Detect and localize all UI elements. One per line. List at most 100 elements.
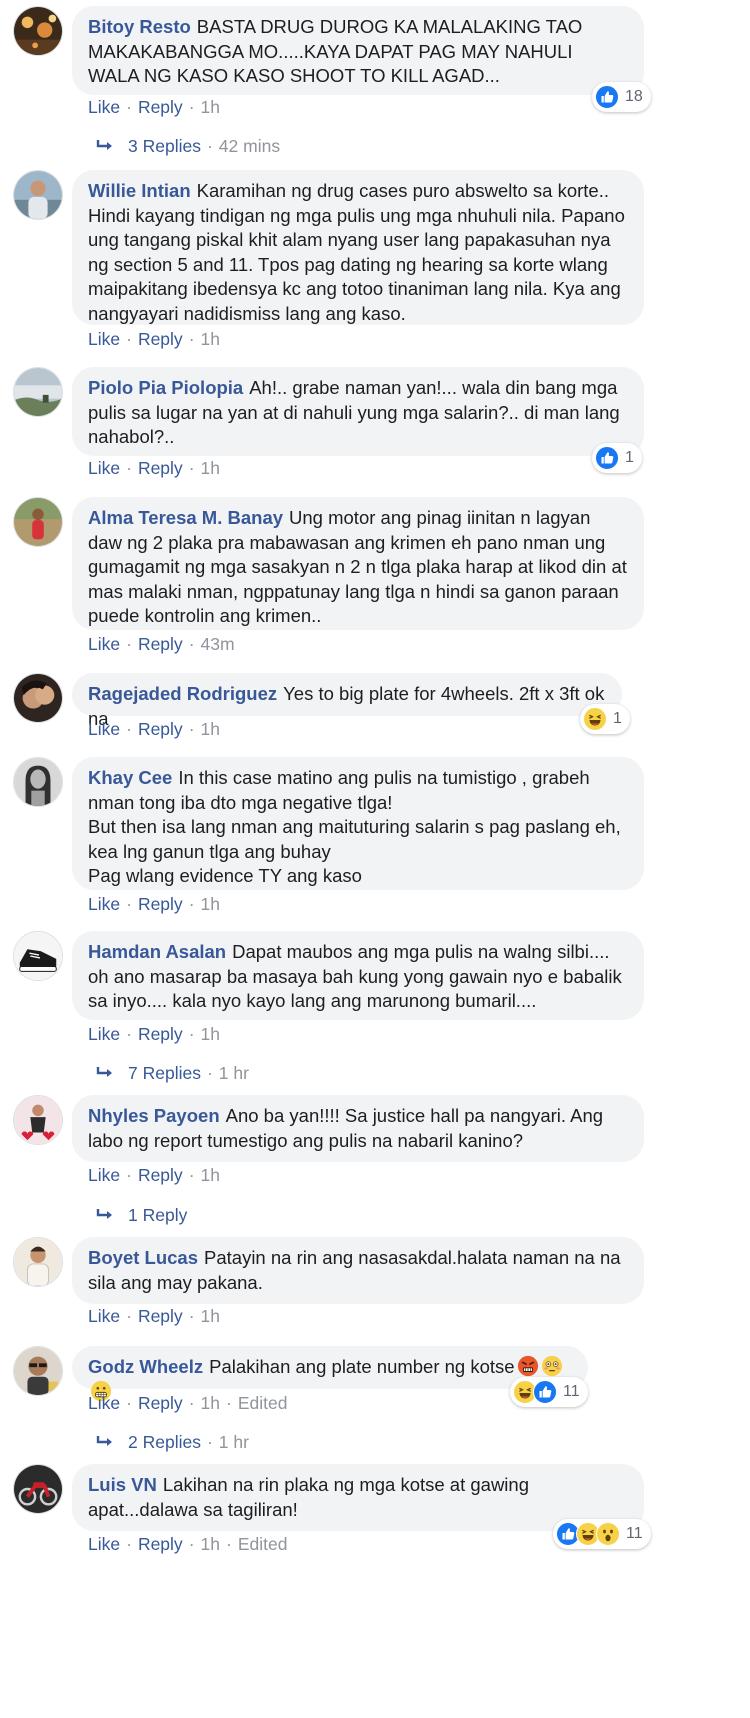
comment-actions: Like · Reply · 1h	[88, 719, 220, 740]
comment-timestamp[interactable]: 1h	[201, 1534, 220, 1554]
reply-arrow-icon	[96, 1433, 116, 1447]
comment-timestamp[interactable]: 1h	[201, 1393, 220, 1413]
like-link[interactable]: Like	[88, 1165, 120, 1185]
reactions-summary[interactable]: 11	[553, 1519, 651, 1549]
comment-timestamp[interactable]: 1h	[201, 458, 220, 478]
man-portrait-avatar-icon	[14, 171, 62, 219]
comment-author[interactable]: Willie Intian	[88, 180, 191, 201]
like-link[interactable]: Like	[88, 1306, 120, 1326]
replies-count[interactable]: 2 Replies	[128, 1432, 201, 1452]
reply-link[interactable]: Reply	[138, 1306, 183, 1326]
woman-outdoor-avatar-icon	[14, 498, 62, 546]
avatar[interactable]	[13, 1464, 63, 1514]
reply-arrow-icon	[96, 137, 116, 151]
comment-bubble: Piolo Pia Piolopia Ah!.. grabe naman yan!…	[72, 367, 644, 456]
separator-dot: ·	[225, 1393, 232, 1413]
reactions-summary[interactable]: 11	[510, 1377, 588, 1407]
reply-link[interactable]: Reply	[138, 1393, 183, 1413]
couple-avatar-icon	[14, 674, 62, 722]
separator-dot: ·	[126, 329, 132, 349]
comment-timestamp[interactable]: 1h	[201, 1024, 220, 1044]
view-replies-link[interactable]: 7 Replies · 1 hr	[96, 1063, 249, 1084]
comment-actions: Like · Reply · 43m	[88, 634, 235, 655]
edited-label[interactable]: Edited	[238, 1534, 288, 1554]
view-replies-link[interactable]: 3 Replies · 42 mins	[96, 136, 280, 157]
replies-count[interactable]: 1 Reply	[128, 1205, 187, 1225]
comment-actions: Like · Reply · 1h · Edited	[88, 1393, 287, 1414]
like-link[interactable]: Like	[88, 1534, 120, 1554]
reply-link[interactable]: Reply	[138, 894, 183, 914]
avatar[interactable]	[13, 6, 63, 56]
comment-author[interactable]: Boyet Lucas	[88, 1247, 198, 1268]
comment-timestamp[interactable]: 1h	[201, 1306, 220, 1326]
comment-author[interactable]: Khay Cee	[88, 767, 172, 788]
comment-author[interactable]: Hamdan Asalan	[88, 941, 226, 962]
reply-link[interactable]: Reply	[138, 719, 183, 739]
reactions-summary[interactable]: 1	[592, 443, 642, 473]
avatar[interactable]	[13, 1346, 63, 1396]
like-link[interactable]: Like	[88, 97, 120, 117]
man-light-avatar-icon	[14, 1238, 62, 1286]
replies-count[interactable]: 7 Replies	[128, 1063, 201, 1083]
comment-timestamp[interactable]: 1h	[201, 329, 220, 349]
separator-dot: ·	[188, 1306, 195, 1326]
view-replies-link[interactable]: 1 Reply	[96, 1205, 187, 1226]
wow-reaction-icon	[596, 1522, 620, 1546]
city-night-avatar-icon	[14, 7, 62, 55]
avatar[interactable]	[13, 367, 63, 417]
reactions-summary[interactable]: 1	[580, 704, 630, 734]
avatar[interactable]	[13, 170, 63, 220]
like-link[interactable]: Like	[88, 634, 120, 654]
woman-hearts-avatar-icon	[14, 1096, 62, 1144]
comment-text: Karamihan ng drug cases puro abswelto sa…	[88, 180, 625, 324]
edited-label[interactable]: Edited	[238, 1393, 288, 1413]
comment-author[interactable]: Piolo Pia Piolopia	[88, 377, 243, 398]
comment-author[interactable]: Alma Teresa M. Banay	[88, 507, 283, 528]
like-link[interactable]: Like	[88, 1024, 120, 1044]
like-link[interactable]: Like	[88, 894, 120, 914]
comment-timestamp[interactable]: 1h	[201, 1165, 220, 1185]
comment-actions: Like · Reply · 1h	[88, 329, 220, 350]
comment-timestamp[interactable]: 1h	[201, 894, 220, 914]
separator-dot: ·	[126, 1306, 132, 1326]
comment-author[interactable]: Nhyles Payoen	[88, 1105, 220, 1126]
woman-grayscale-avatar-icon	[14, 758, 62, 806]
comment-actions: Like · Reply · 1h	[88, 1306, 220, 1327]
comment-timestamp[interactable]: 1h	[201, 97, 220, 117]
avatar[interactable]	[13, 673, 63, 723]
separator-dot: ·	[126, 1024, 132, 1044]
reply-link[interactable]: Reply	[138, 1165, 183, 1185]
replies-count[interactable]: 3 Replies	[128, 136, 201, 156]
comment-timestamp[interactable]: 43m	[201, 634, 235, 654]
avatar[interactable]	[13, 497, 63, 547]
like-link[interactable]: Like	[88, 458, 120, 478]
comment-author[interactable]: Luis VN	[88, 1474, 157, 1495]
reactions-summary[interactable]: 18	[592, 82, 651, 112]
like-link[interactable]: Like	[88, 329, 120, 349]
reaction-count: 11	[626, 1525, 643, 1542]
reply-link[interactable]: Reply	[138, 634, 183, 654]
separator-dot: ·	[188, 329, 195, 349]
reply-arrow-icon	[96, 1064, 116, 1078]
comment-author[interactable]: Ragejaded Rodriguez	[88, 683, 277, 704]
comment-bubble: Bitoy Resto BASTA DRUG DUROG KA MALALAKIN…	[72, 6, 644, 95]
comment-bubble: Willie Intian Karamihan ng drug cases pur…	[72, 170, 644, 325]
comment-author[interactable]: Godz Wheelz	[88, 1356, 203, 1377]
avatar[interactable]	[13, 931, 63, 981]
avatar[interactable]	[13, 757, 63, 807]
comment-actions: Like · Reply · 1h	[88, 1024, 220, 1045]
reply-link[interactable]: Reply	[138, 1534, 183, 1554]
reply-link[interactable]: Reply	[138, 329, 183, 349]
reply-link[interactable]: Reply	[138, 1024, 183, 1044]
like-link[interactable]: Like	[88, 719, 120, 739]
avatar[interactable]	[13, 1237, 63, 1287]
landscape-avatar-icon	[14, 368, 62, 416]
comment-timestamp[interactable]: 1h	[201, 719, 220, 739]
reply-link[interactable]: Reply	[138, 458, 183, 478]
view-replies-link[interactable]: 2 Replies · 1 hr	[96, 1432, 249, 1453]
separator-dot: ·	[206, 136, 213, 156]
reply-link[interactable]: Reply	[138, 97, 183, 117]
avatar[interactable]	[13, 1095, 63, 1145]
like-link[interactable]: Like	[88, 1393, 120, 1413]
comment-author[interactable]: Bitoy Resto	[88, 16, 191, 37]
